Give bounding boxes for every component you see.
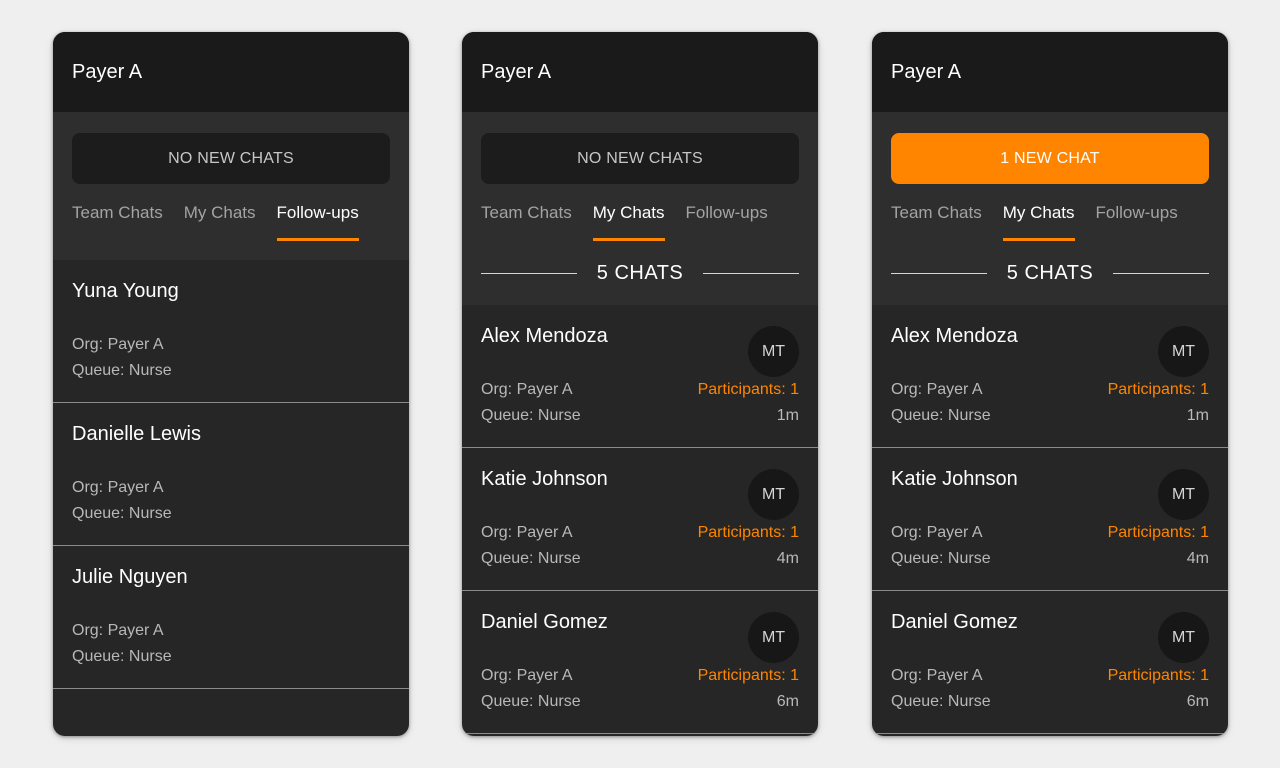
avatar: MT	[1158, 612, 1209, 663]
contact-name: Daniel Gomez	[891, 611, 1018, 633]
contact-org: Org: Payer A	[481, 667, 573, 684]
contact-org: Org: Payer A	[72, 479, 164, 496]
contact-queue: Queue: Nurse	[891, 693, 991, 710]
tab-my-chats[interactable]: My Chats	[184, 203, 256, 241]
chat-count-divider: 5 CHATS	[872, 241, 1228, 306]
panel-header: Payer A	[53, 32, 409, 112]
avatar: MT	[748, 612, 799, 663]
chat-tabs: Team Chats My Chats Follow-ups	[481, 203, 799, 241]
list-item[interactable]: Daniel Gomez MT Org: Payer A Participant…	[872, 591, 1228, 734]
chat-tabs: Team Chats My Chats Follow-ups	[891, 203, 1209, 241]
contact-org: Org: Payer A	[481, 381, 573, 398]
contact-name: Alex Mendoza	[891, 325, 1018, 347]
list-item[interactable]: Yuna Young Org: Payer A Queue: Nurse	[53, 260, 409, 403]
contact-org: Org: Payer A	[72, 622, 164, 639]
contact-queue: Queue: Nurse	[481, 693, 581, 710]
tab-follow-ups[interactable]: Follow-ups	[276, 203, 359, 241]
contact-name: Alex Mendoza	[481, 325, 608, 347]
list-item[interactable]: Katie Johnson MT Org: Payer A Participan…	[462, 448, 818, 591]
chat-panel-my-chats: Payer A NO NEW CHATS Team Chats My Chats…	[462, 32, 818, 736]
contact-queue: Queue: Nurse	[72, 505, 172, 522]
contact-name: Katie Johnson	[481, 468, 608, 490]
contact-name: Daniel Gomez	[481, 611, 608, 633]
contact-queue: Queue: Nurse	[72, 648, 172, 665]
new-chat-button[interactable]: 1 NEW CHAT	[891, 133, 1209, 184]
avatar: MT	[748, 469, 799, 520]
participants-count: Participants: 1	[1107, 524, 1209, 541]
chat-count-divider: 5 CHATS	[462, 241, 818, 306]
chat-panel-new-chat: Payer A 1 NEW CHAT Team Chats My Chats F…	[872, 32, 1228, 736]
list-item[interactable]: Alex Mendoza MT Org: Payer A Participant…	[872, 305, 1228, 448]
divider-line	[891, 273, 987, 274]
elapsed-time: 6m	[776, 693, 799, 710]
contact-org: Org: Payer A	[72, 336, 164, 353]
participants-count: Participants: 1	[697, 524, 799, 541]
panel-controls: NO NEW CHATS Team Chats My Chats Follow-…	[53, 112, 409, 260]
contact-queue: Queue: Nurse	[481, 407, 581, 424]
panel-header: Payer A	[462, 32, 818, 112]
contact-queue: Queue: Nurse	[72, 362, 172, 379]
divider-line	[703, 273, 800, 274]
elapsed-time: 4m	[776, 550, 799, 567]
tab-team-chats[interactable]: Team Chats	[891, 203, 982, 241]
new-chats-banner[interactable]: NO NEW CHATS	[481, 133, 799, 184]
tab-my-chats[interactable]: My Chats	[592, 203, 665, 241]
divider-line	[481, 273, 577, 274]
contact-queue: Queue: Nurse	[891, 550, 991, 567]
contact-queue: Queue: Nurse	[891, 407, 991, 424]
list-item[interactable]: Alex Mendoza MT Org: Payer A Participant…	[462, 305, 818, 448]
avatar: MT	[1158, 326, 1209, 377]
divider-line	[1113, 273, 1210, 274]
chat-count: 5 CHATS	[1006, 262, 1094, 284]
panel-title: Payer A	[891, 60, 962, 83]
panel-controls: NO NEW CHATS Team Chats My Chats Follow-…	[462, 112, 818, 305]
chat-list: Yuna Young Org: Payer A Queue: Nurse Dan…	[53, 260, 409, 689]
list-item[interactable]: Danielle Lewis Org: Payer A Queue: Nurse	[53, 403, 409, 546]
avatar: MT	[748, 326, 799, 377]
participants-count: Participants: 1	[1107, 381, 1209, 398]
panel-header: Payer A	[872, 32, 1228, 112]
chat-count: 5 CHATS	[596, 262, 684, 284]
panel-title: Payer A	[72, 60, 143, 83]
elapsed-time: 1m	[776, 407, 799, 424]
list-item[interactable]: Julie Nguyen Org: Payer A Queue: Nurse	[53, 546, 409, 689]
new-chats-banner[interactable]: NO NEW CHATS	[72, 133, 390, 184]
elapsed-time: 1m	[1186, 407, 1209, 424]
panel-title: Payer A	[481, 60, 552, 83]
contact-org: Org: Payer A	[481, 524, 573, 541]
panel-controls: 1 NEW CHAT Team Chats My Chats Follow-up…	[872, 112, 1228, 305]
tab-follow-ups[interactable]: Follow-ups	[686, 203, 768, 241]
contact-name: Julie Nguyen	[72, 566, 188, 588]
participants-count: Participants: 1	[697, 381, 799, 398]
list-item[interactable]: Daniel Gomez MT Org: Payer A Participant…	[462, 591, 818, 734]
chat-panel-follow-ups: Payer A NO NEW CHATS Team Chats My Chats…	[53, 32, 409, 736]
contact-org: Org: Payer A	[891, 381, 983, 398]
list-item[interactable]: Katie Johnson MT Org: Payer A Participan…	[872, 448, 1228, 591]
tab-team-chats[interactable]: Team Chats	[481, 203, 572, 241]
contact-name: Danielle Lewis	[72, 423, 201, 445]
avatar: MT	[1158, 469, 1209, 520]
contact-org: Org: Payer A	[891, 524, 983, 541]
tab-follow-ups[interactable]: Follow-ups	[1096, 203, 1178, 241]
elapsed-time: 4m	[1186, 550, 1209, 567]
chat-tabs: Team Chats My Chats Follow-ups	[72, 203, 390, 241]
contact-name: Yuna Young	[72, 280, 179, 302]
tab-team-chats[interactable]: Team Chats	[72, 203, 163, 241]
chat-list: Alex Mendoza MT Org: Payer A Participant…	[872, 305, 1228, 734]
participants-count: Participants: 1	[1107, 667, 1209, 684]
contact-queue: Queue: Nurse	[481, 550, 581, 567]
contact-name: Katie Johnson	[891, 468, 1018, 490]
tab-my-chats[interactable]: My Chats	[1002, 203, 1075, 241]
chat-list: Alex Mendoza MT Org: Payer A Participant…	[462, 305, 818, 734]
contact-org: Org: Payer A	[891, 667, 983, 684]
participants-count: Participants: 1	[697, 667, 799, 684]
elapsed-time: 6m	[1186, 693, 1209, 710]
